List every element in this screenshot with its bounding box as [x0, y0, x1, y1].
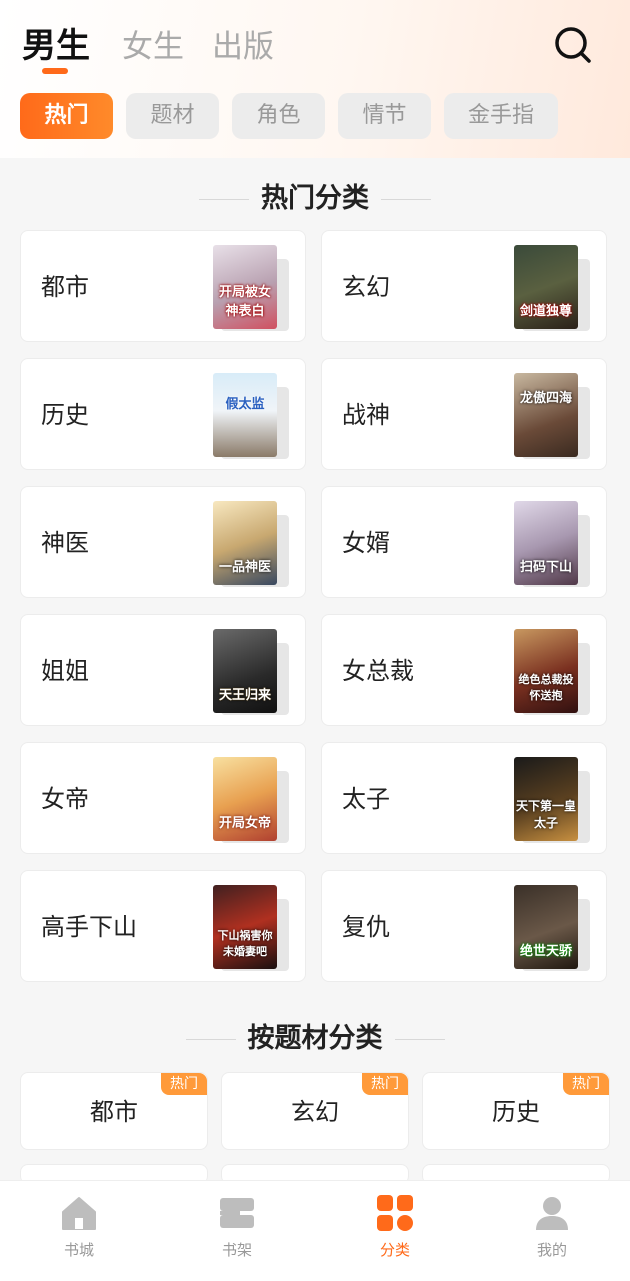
cover-title: 扫码下山	[519, 560, 572, 575]
hot-badge: 热门	[161, 1073, 207, 1095]
cover-title: 天下第一皇太子	[515, 799, 576, 830]
book-cover: 绝世天骄	[514, 885, 578, 969]
bookshelf-icon	[217, 1193, 257, 1233]
search-icon[interactable]	[552, 24, 594, 66]
home-icon	[59, 1193, 99, 1233]
tab-male[interactable]: 男生	[22, 18, 90, 67]
category-card-fuchou[interactable]: 复仇 绝世天骄	[321, 870, 607, 982]
hot-section-title: 热门分类	[0, 176, 630, 215]
cover-title: 剑道独尊	[519, 304, 572, 319]
cover-title: 下山祸害你未婚妻吧	[217, 929, 273, 958]
active-tab-indicator	[42, 68, 68, 74]
category-card-nvxu[interactable]: 女婿 扫码下山	[321, 486, 607, 598]
cover-title: 绝世天骄	[519, 944, 572, 959]
category-card-nvzongcai[interactable]: 女总裁 绝色总裁投怀送抱	[321, 614, 607, 726]
divider	[394, 1039, 445, 1040]
cover-title: 天王归来	[218, 688, 271, 703]
category-icon	[375, 1193, 415, 1233]
nav-profile[interactable]: 我的	[473, 1181, 630, 1281]
topic-item-xuanhuan[interactable]: 玄幻 热门	[221, 1072, 409, 1150]
chip-plot[interactable]: 情节	[338, 93, 431, 139]
category-label: 女婿	[342, 529, 390, 557]
cover-title: 龙傲四海	[519, 391, 572, 406]
cover-title: 一品神医	[218, 560, 271, 575]
category-label: 姐姐	[41, 657, 89, 685]
category-card-nvdi[interactable]: 女帝 开局女帝	[20, 742, 306, 854]
cover-title: 开局女帝	[218, 816, 271, 831]
divider	[185, 1039, 236, 1040]
category-label: 高手下山	[41, 913, 137, 941]
tab-publishing[interactable]: 出版	[212, 21, 274, 66]
category-label: 太子	[342, 785, 390, 813]
topic-item-dushi[interactable]: 都市 热门	[20, 1072, 208, 1150]
hot-badge: 热门	[563, 1073, 609, 1095]
category-label: 战神	[342, 401, 390, 429]
bottom-nav: 书城 书架 分类 我的	[0, 1180, 630, 1281]
book-cover: 天下第一皇太子	[514, 757, 578, 841]
category-label: 女帝	[41, 785, 89, 813]
nav-category[interactable]: 分类	[316, 1181, 474, 1281]
hot-badge: 热门	[362, 1073, 408, 1095]
category-card-dushi[interactable]: 都市 开局被女神表白	[20, 230, 306, 342]
category-label: 女总裁	[342, 657, 414, 685]
category-card-taizi[interactable]: 太子 天下第一皇太子	[321, 742, 607, 854]
topic-section-title-text: 按题材分类	[247, 1023, 383, 1054]
category-label: 神医	[41, 529, 89, 557]
topic-item-lishi[interactable]: 历史 热门	[422, 1072, 610, 1150]
hot-section-title-text: 热门分类	[261, 183, 369, 214]
book-cover: 假太监	[213, 373, 277, 457]
nav-label: 我的	[536, 1241, 567, 1259]
cover-title: 绝色总裁投怀送抱	[518, 673, 574, 702]
book-cover: 绝色总裁投怀送抱	[514, 629, 578, 713]
divider	[199, 199, 249, 200]
cover-title: 假太监	[225, 397, 265, 412]
topic-section-title: 按题材分类	[0, 1016, 630, 1055]
category-card-gaoshouxiashan[interactable]: 高手下山 下山祸害你未婚妻吧	[20, 870, 306, 982]
category-label: 玄幻	[342, 273, 390, 301]
chip-role[interactable]: 角色	[232, 93, 325, 139]
cover-title: 开局被女神表白	[218, 285, 271, 319]
category-label: 都市	[41, 273, 89, 301]
nav-bookshelf[interactable]: 书架	[158, 1181, 316, 1281]
book-cover: 扫码下山	[514, 501, 578, 585]
book-cover: 开局被女神表白	[213, 245, 277, 329]
nav-label: 书架	[221, 1241, 252, 1259]
nav-label: 分类	[379, 1241, 410, 1259]
nav-bookstore[interactable]: 书城	[0, 1181, 158, 1281]
nav-label: 书城	[63, 1241, 94, 1259]
book-cover: 一品神医	[213, 501, 277, 585]
category-card-zhanshen[interactable]: 战神 龙傲四海	[321, 358, 607, 470]
profile-icon	[532, 1193, 572, 1233]
chip-cheat[interactable]: 金手指	[444, 93, 558, 139]
category-card-jiejie[interactable]: 姐姐 天王归来	[20, 614, 306, 726]
category-label: 历史	[41, 401, 89, 429]
category-card-xuanhuan[interactable]: 玄幻 剑道独尊	[321, 230, 607, 342]
book-cover: 开局女帝	[213, 757, 277, 841]
divider	[381, 199, 431, 200]
header-area: 男生 女生 出版 热门 题材 角色 情节 金手指	[0, 0, 630, 158]
book-cover: 天王归来	[213, 629, 277, 713]
chip-hot[interactable]: 热门	[20, 93, 113, 139]
category-card-lishi[interactable]: 历史 假太监	[20, 358, 306, 470]
tab-female[interactable]: 女生	[122, 21, 184, 66]
chip-theme[interactable]: 题材	[126, 93, 219, 139]
category-label: 复仇	[342, 913, 390, 941]
book-cover: 下山祸害你未婚妻吧	[213, 885, 277, 969]
category-card-shenyi[interactable]: 神医 一品神医	[20, 486, 306, 598]
book-cover: 剑道独尊	[514, 245, 578, 329]
book-cover: 龙傲四海	[514, 373, 578, 457]
